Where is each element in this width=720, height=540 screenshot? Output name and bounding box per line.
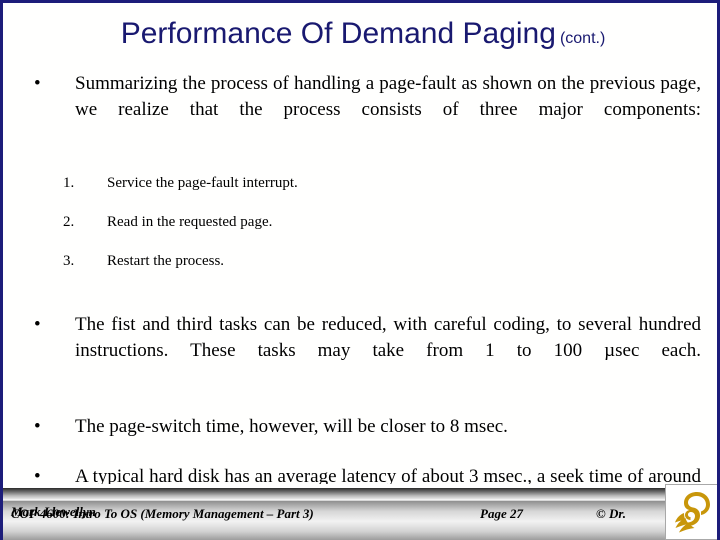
slide-footer: COP 4600: Intro To OS (Memory Management…: [3, 484, 717, 540]
bullet-item: • Summarizing the process of handling a …: [3, 71, 717, 149]
slide-body: • Summarizing the process of handling a …: [3, 71, 717, 540]
pegasus-icon: [675, 492, 710, 533]
list-item-label: Restart the process.: [107, 253, 225, 269]
bullet-marker-icon: •: [34, 314, 41, 335]
bullet-item: • The fist and third tasks can be reduce…: [3, 312, 717, 390]
list-item-label: Read in the requested page.: [107, 214, 273, 230]
slide: Performance Of Demand Paging (cont.) • Su…: [0, 0, 720, 540]
bullet-marker-icon: •: [34, 73, 41, 94]
list-item-number: 3.: [63, 253, 75, 269]
page-title-continuation: (cont.): [559, 30, 606, 47]
bullet-marker-icon: •: [34, 416, 41, 437]
bullet-text: The fist and third tasks can be reduced,…: [75, 314, 701, 361]
list-item-label: Service the page-fault interrupt.: [107, 175, 298, 191]
list-item: 1. Service the page-fault interrupt.: [3, 173, 717, 193]
page-title: Performance Of Demand Paging: [120, 17, 556, 50]
ucf-pegasus-logo: [665, 484, 717, 540]
footer-text-row: COP 4600: Intro To OS (Memory Management…: [3, 505, 717, 525]
bullet-item: • The page-switch time, however, will be…: [3, 414, 717, 440]
footer-author: Mark Llewellyn: [11, 504, 96, 519]
slide-title: Performance Of Demand Paging (cont.): [3, 17, 717, 51]
list-item: 2. Read in the requested page.: [3, 212, 717, 232]
footer-gradient-band: [3, 488, 717, 499]
bullet-text: The page-switch time, however, will be c…: [75, 416, 508, 437]
footer-copyright: © Dr.: [596, 506, 626, 521]
footer-page-number: Page 27: [480, 506, 523, 521]
numbered-list: 1. Service the page-fault interrupt. 2. …: [3, 173, 717, 271]
list-item: 3. Restart the process.: [3, 251, 717, 271]
list-item-number: 1.: [63, 175, 75, 191]
bullet-text: Summarizing the process of handling a pa…: [75, 73, 701, 120]
list-item-number: 2.: [63, 214, 75, 230]
